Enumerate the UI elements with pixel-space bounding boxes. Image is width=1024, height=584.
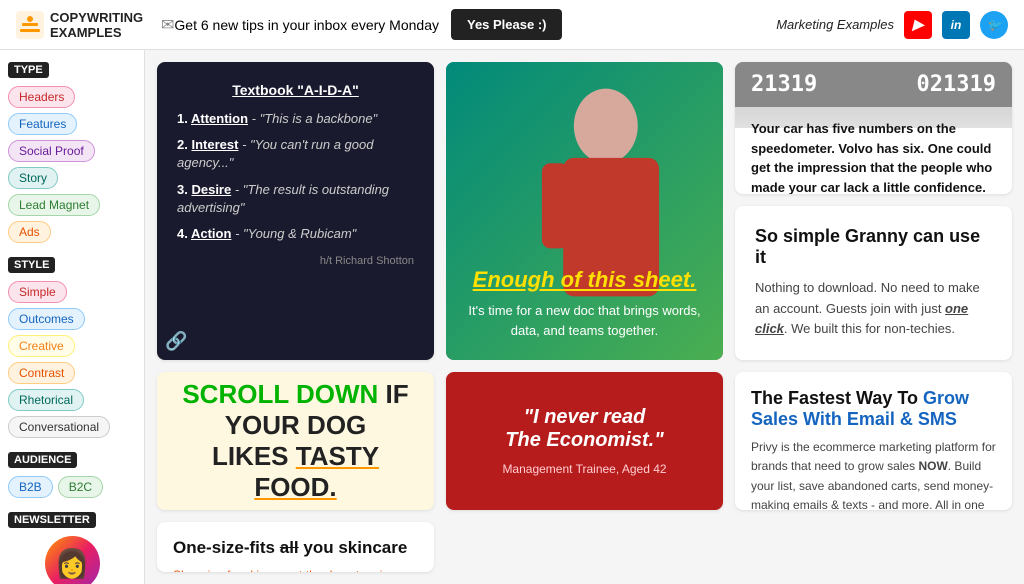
scroll-line1-green: SCROLL DOWN [182, 379, 378, 409]
topbar-right: Marketing Examples ▶ in 🐦 [776, 11, 1008, 39]
economist-card: "I never readThe Economist." Management … [446, 372, 723, 510]
tag-outcomes[interactable]: Outcomes [8, 308, 85, 330]
aida-footer: h/t Richard Shotton [177, 255, 414, 267]
newsletter-section-label: NEWSLETTER [8, 512, 96, 528]
scroll-card: SCROLL DOWN IF YOUR DOG LIKES TASTY FOOD… [157, 372, 434, 510]
volvo-number-right: 021319 [917, 72, 996, 97]
scroll-line2: LIKES TASTY FOOD. [212, 441, 379, 502]
main-layout: TYPE Headers Features Social Proof Story… [0, 50, 1024, 584]
skincare-headline: One-size-fits all you skincare [173, 538, 418, 558]
tag-creative[interactable]: Creative [8, 335, 75, 357]
sidebar: TYPE Headers Features Social Proof Story… [0, 50, 145, 584]
tag-social-proof[interactable]: Social Proof [8, 140, 95, 162]
youtube-icon[interactable]: ▶ [904, 11, 932, 39]
yes-please-button[interactable]: Yes Please :) [451, 9, 563, 40]
newsletter-section: NEWSLETTER 👩 Tell me more #1 Marketing N… [8, 510, 136, 584]
volvo-card: 21319 021319 Your car has five numbers o… [735, 62, 1012, 194]
tag-conversational[interactable]: Conversational [8, 416, 110, 438]
privy-headline: The Fastest Way To Grow Sales With Email… [751, 388, 996, 430]
newsletter-avatar: 👩 [45, 536, 100, 584]
email-icon: ✉ [161, 15, 174, 35]
volvo-number-left: 21319 [751, 72, 817, 97]
economist-attribution: Management Trainee, Aged 42 [502, 462, 666, 476]
aida-item-1: 1. Attention - "This is a backbone" [177, 110, 414, 128]
aida-item-2: 2. Interest - "You can't run a good agen… [177, 136, 414, 172]
aida-card: Textbook "A-I-D-A" 1. Attention - "This … [157, 62, 434, 360]
tag-story[interactable]: Story [8, 167, 58, 189]
style-tags: Simple Outcomes Creative Contrast Rhetor… [8, 281, 136, 438]
skincare-card: One-size-fits all you skincare Shopping … [157, 522, 434, 572]
link-icon: 🔗 [165, 331, 187, 352]
enough-overlay: Enough of this sheet. It's time for a ne… [446, 267, 723, 340]
tag-headers[interactable]: Headers [8, 86, 75, 108]
volvo-text: Your car has five numbers on the speedom… [735, 107, 1012, 194]
aida-title: Textbook "A-I-D-A" [177, 82, 414, 98]
twitter-icon[interactable]: 🐦 [980, 11, 1008, 39]
tag-rhetorical[interactable]: Rhetorical [8, 389, 84, 411]
topbar: COPYWRITING EXAMPLES ✉ Get 6 new tips in… [0, 0, 1024, 50]
enough-subtext: It's time for a new doc that brings word… [468, 303, 700, 338]
tag-simple[interactable]: Simple [8, 281, 67, 303]
volvo-numbers: 21319 021319 [735, 62, 1012, 107]
logo-text: COPYWRITING EXAMPLES [50, 10, 143, 40]
logo[interactable]: COPYWRITING EXAMPLES [16, 10, 161, 40]
linkedin-icon[interactable]: in [942, 11, 970, 39]
tag-ads[interactable]: Ads [8, 221, 51, 243]
privy-body: Privy is the ecommerce marketing platfor… [751, 438, 996, 510]
aida-item-4: 4. Action - "Young & Rubicam" [177, 225, 414, 243]
tag-contrast[interactable]: Contrast [8, 362, 75, 384]
email-prompt-text: Get 6 new tips in your inbox every Monda… [174, 17, 439, 33]
content-grid: Textbook "A-I-D-A" 1. Attention - "This … [145, 50, 1024, 584]
scroll-text: SCROLL DOWN IF YOUR DOG LIKES TASTY FOOD… [177, 379, 414, 504]
tag-lead-magnet[interactable]: Lead Magnet [8, 194, 100, 216]
enough-headline: Enough of this sheet. [462, 267, 707, 293]
tag-b2c[interactable]: B2C [58, 476, 103, 498]
marketing-examples-label: Marketing Examples [776, 17, 894, 32]
logo-icon [16, 11, 44, 39]
granny-body: Nothing to download. No need to make an … [755, 278, 992, 340]
aida-item-3: 3. Desire - "The result is outstanding a… [177, 181, 414, 217]
economist-quote: "I never readThe Economist." [505, 406, 663, 452]
audience-section-label: AUDIENCE [8, 452, 77, 468]
enough-card: Enough of this sheet. It's time for a ne… [446, 62, 723, 360]
type-section-label: TYPE [8, 62, 49, 78]
tag-b2b[interactable]: B2B [8, 476, 53, 498]
tag-features[interactable]: Features [8, 113, 77, 135]
granny-card: So simple Granny can use it Nothing to d… [735, 206, 1012, 360]
type-tags: Headers Features Social Proof Story Lead… [8, 86, 136, 243]
style-section-label: STYLE [8, 257, 55, 273]
privy-card: The Fastest Way To Grow Sales With Email… [735, 372, 1012, 510]
granny-headline: So simple Granny can use it [755, 226, 992, 268]
audience-tags: B2B B2C [8, 476, 136, 498]
skincare-body: Shopping for skincare at the drugstore i… [173, 566, 418, 572]
